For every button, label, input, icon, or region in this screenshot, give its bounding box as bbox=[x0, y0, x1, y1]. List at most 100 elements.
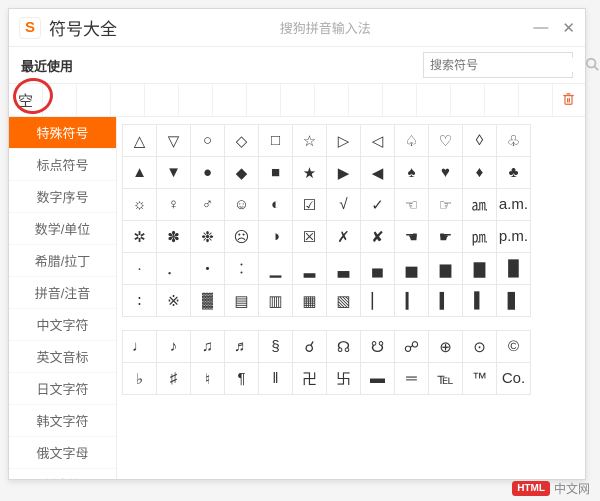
category-item[interactable]: 数字序号 bbox=[9, 181, 116, 213]
category-item[interactable]: 希腊/拉丁 bbox=[9, 245, 116, 277]
symbol-cell[interactable]: ▽ bbox=[156, 124, 191, 157]
symbol-cell[interactable]: ‖ bbox=[258, 362, 293, 395]
symbol-cell[interactable]: ︰ bbox=[224, 252, 259, 285]
symbol-cell[interactable]: ☑ bbox=[292, 188, 327, 221]
symbol-cell[interactable]: ▧ bbox=[326, 284, 361, 317]
category-item[interactable]: 日文字符 bbox=[9, 373, 116, 405]
symbol-cell[interactable]: ㏘ bbox=[462, 220, 497, 253]
symbol-cell[interactable]: ✽ bbox=[156, 220, 191, 253]
symbol-cell[interactable]: ♬ bbox=[224, 330, 259, 363]
symbol-cell[interactable]: ♯ bbox=[156, 362, 191, 395]
symbol-cell[interactable]: ▇ bbox=[462, 252, 497, 285]
symbol-cell[interactable]: ¶ bbox=[224, 362, 259, 395]
symbol-cell[interactable]: ♂ bbox=[190, 188, 225, 221]
symbol-cell[interactable]: ▄ bbox=[360, 252, 395, 285]
symbol-cell[interactable]: ∶ bbox=[122, 284, 157, 317]
symbol-cell[interactable]: ☛ bbox=[428, 220, 463, 253]
symbol-cell[interactable]: ▲ bbox=[122, 156, 157, 189]
symbol-cell[interactable]: § bbox=[258, 330, 293, 363]
symbol-cell[interactable]: ☊ bbox=[326, 330, 361, 363]
category-item[interactable]: 数学/单位 bbox=[9, 213, 116, 245]
symbol-cell[interactable]: ♤ bbox=[394, 124, 429, 157]
symbol-cell[interactable]: ▬ bbox=[360, 362, 395, 395]
symbol-cell[interactable]: ♀ bbox=[156, 188, 191, 221]
symbol-cell[interactable]: ・ bbox=[190, 252, 225, 285]
symbol-cell[interactable]: ▋ bbox=[496, 284, 531, 317]
symbol-cell[interactable]: ▼ bbox=[156, 156, 191, 189]
symbol-cell[interactable]: ▂ bbox=[292, 252, 327, 285]
symbol-cell[interactable]: ✘ bbox=[360, 220, 395, 253]
symbol-cell[interactable]: a.m. bbox=[496, 188, 531, 221]
symbol-cell[interactable]: ★ bbox=[292, 156, 327, 189]
symbol-cell[interactable]: □ bbox=[258, 124, 293, 157]
symbol-cell[interactable]: 卍 bbox=[292, 362, 327, 395]
search-box[interactable] bbox=[423, 52, 573, 78]
symbol-cell[interactable]: ☚ bbox=[394, 220, 429, 253]
symbol-cell[interactable]: © bbox=[496, 330, 531, 363]
symbol-cell[interactable]: ♮ bbox=[190, 362, 225, 395]
symbol-cell[interactable]: ※ bbox=[156, 284, 191, 317]
symbol-cell[interactable]: ☜ bbox=[394, 188, 429, 221]
symbol-cell[interactable]: ▷ bbox=[326, 124, 361, 157]
category-item[interactable]: 中文字符 bbox=[9, 309, 116, 341]
recent-symbol[interactable]: 空 bbox=[9, 84, 43, 116]
symbol-cell[interactable]: △ bbox=[122, 124, 157, 157]
symbol-cell[interactable]: p.m. bbox=[496, 220, 531, 253]
symbol-cell[interactable]: ♫ bbox=[190, 330, 225, 363]
category-item[interactable]: 特殊符号 bbox=[9, 117, 116, 149]
symbol-cell[interactable]: ㏂ bbox=[462, 188, 497, 221]
symbol-cell[interactable]: ● bbox=[190, 156, 225, 189]
symbol-cell[interactable]: ℡ bbox=[428, 362, 463, 395]
symbol-cell[interactable]: ◐ bbox=[258, 188, 293, 221]
symbol-cell[interactable]: ○ bbox=[190, 124, 225, 157]
symbol-cell[interactable]: ▶ bbox=[326, 156, 361, 189]
symbol-cell[interactable]: █ bbox=[496, 252, 531, 285]
symbol-cell[interactable]: ▦ bbox=[292, 284, 327, 317]
clear-recent-button[interactable] bbox=[562, 92, 575, 109]
symbol-cell[interactable]: ▅ bbox=[394, 252, 429, 285]
symbol-cell[interactable]: ▥ bbox=[258, 284, 293, 317]
symbol-cell[interactable]: ✗ bbox=[326, 220, 361, 253]
symbol-cell[interactable]: ▌ bbox=[462, 284, 497, 317]
symbol-cell[interactable]: ☍ bbox=[394, 330, 429, 363]
symbol-cell[interactable]: ♪ bbox=[156, 330, 191, 363]
category-item[interactable]: 韩文字符 bbox=[9, 405, 116, 437]
symbol-cell[interactable]: ■ bbox=[258, 156, 293, 189]
symbol-cell[interactable]: ． bbox=[156, 252, 191, 285]
category-item[interactable]: 俄文字母 bbox=[9, 437, 116, 469]
category-item[interactable]: 制表符 bbox=[9, 469, 116, 479]
symbol-cell[interactable]: ♧ bbox=[496, 124, 531, 157]
category-item[interactable]: 英文音标 bbox=[9, 341, 116, 373]
symbol-cell[interactable]: ™ bbox=[462, 362, 497, 395]
symbol-cell[interactable]: ♩ bbox=[122, 330, 157, 363]
symbol-cell[interactable]: ✓ bbox=[360, 188, 395, 221]
symbol-cell[interactable]: ☌ bbox=[292, 330, 327, 363]
symbol-cell[interactable]: ☹ bbox=[224, 220, 259, 253]
symbol-cell[interactable]: ⊙ bbox=[462, 330, 497, 363]
symbol-cell[interactable]: ☼ bbox=[122, 188, 157, 221]
search-input[interactable] bbox=[430, 58, 585, 72]
symbol-cell[interactable]: ▍ bbox=[428, 284, 463, 317]
symbol-cell[interactable]: ▎ bbox=[394, 284, 429, 317]
symbol-cell[interactable]: ☞ bbox=[428, 188, 463, 221]
symbol-cell[interactable]: ▆ bbox=[428, 252, 463, 285]
symbol-cell[interactable]: ▁ bbox=[258, 252, 293, 285]
symbol-cell[interactable]: ☆ bbox=[292, 124, 327, 157]
symbol-cell[interactable]: ▃ bbox=[326, 252, 361, 285]
minimize-button[interactable]: — bbox=[533, 19, 548, 37]
symbol-cell[interactable]: ═ bbox=[394, 362, 429, 395]
symbol-cell[interactable]: · bbox=[122, 252, 157, 285]
category-item[interactable]: 标点符号 bbox=[9, 149, 116, 181]
symbol-cell[interactable]: Co. bbox=[496, 362, 531, 395]
symbol-cell[interactable]: ⊕ bbox=[428, 330, 463, 363]
symbol-cell[interactable]: ◑ bbox=[258, 220, 293, 253]
symbol-cell[interactable]: ◊ bbox=[462, 124, 497, 157]
symbol-cell[interactable]: ✲ bbox=[122, 220, 157, 253]
category-item[interactable]: 拼音/注音 bbox=[9, 277, 116, 309]
symbol-cell[interactable]: ♥ bbox=[428, 156, 463, 189]
symbol-cell[interactable]: ☺ bbox=[224, 188, 259, 221]
symbol-cell[interactable]: ▓ bbox=[190, 284, 225, 317]
symbol-cell[interactable]: ◀ bbox=[360, 156, 395, 189]
symbol-cell[interactable]: ◁ bbox=[360, 124, 395, 157]
symbol-cell[interactable]: ▤ bbox=[224, 284, 259, 317]
